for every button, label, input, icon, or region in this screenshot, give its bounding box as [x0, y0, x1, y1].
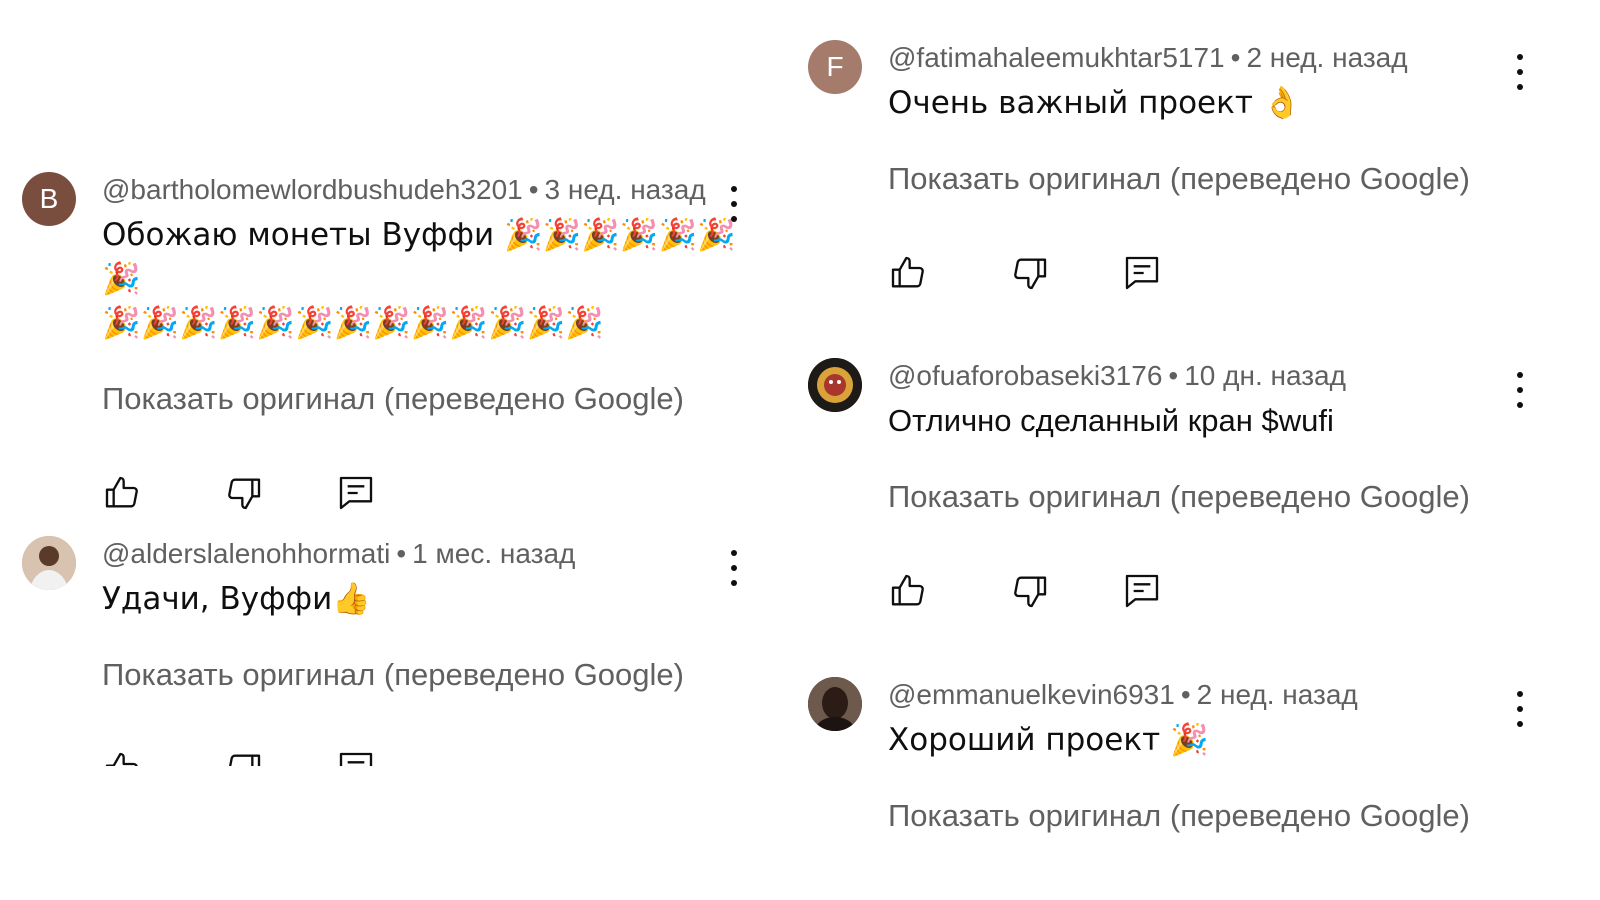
comment-text-line: 🎉🎉🎉🎉🎉🎉🎉🎉🎉🎉🎉🎉🎉 — [102, 305, 604, 341]
reply-button[interactable] — [1122, 253, 1162, 293]
meta-separator: • — [528, 174, 539, 205]
more-vert-icon — [1517, 54, 1523, 60]
comment-body: @emmanuelkevin6931 • 2 нед. назад Хороший … — [888, 677, 1548, 836]
reply-icon — [1125, 574, 1159, 608]
meta-separator: • — [1180, 679, 1191, 710]
thumb-down-icon — [1014, 576, 1047, 608]
more-vert-icon — [731, 550, 737, 556]
like-button[interactable] — [102, 749, 142, 766]
thumb-down-icon — [229, 754, 261, 766]
more-options-button[interactable] — [722, 186, 746, 222]
comment-meta: @fatimahaleemukhtar5171 • 2 нед. назад — [888, 40, 1548, 76]
comment-body: @alderslalenohhormati • 1 мес. назад Удачи… — [102, 536, 762, 766]
comment-text: Обожаю монеты Вуффи 🎉🎉🎉🎉🎉🎉🎉 🎉🎉🎉🎉🎉🎉🎉🎉🎉🎉🎉🎉… — [102, 213, 762, 345]
more-vert-icon — [1517, 706, 1523, 712]
avatar[interactable] — [22, 536, 76, 590]
thumb-up-icon — [105, 752, 138, 766]
comment-author[interactable]: @fatimahaleemukhtar5171 — [888, 42, 1225, 73]
comment-text-line: Обожаю монеты Вуффи 🎉🎉🎉🎉🎉🎉🎉 — [102, 217, 736, 297]
comment-author[interactable]: @ofuaforobaseki3176 — [888, 360, 1162, 391]
meta-separator: • — [1230, 42, 1241, 73]
more-vert-icon — [1517, 84, 1523, 90]
more-vert-icon — [1517, 691, 1523, 697]
comment-body: @bartholomewlordbushudeh3201 • 3 нед. наза… — [102, 172, 762, 513]
comment-meta: @ofuaforobaseki3176 • 10 дн. назад — [888, 358, 1548, 394]
comment-author[interactable]: @bartholomewlordbushudeh3201 — [102, 174, 523, 205]
comment-text: Отлично сделанный кран $wufi — [888, 403, 1334, 438]
more-options-button[interactable] — [1508, 54, 1532, 90]
comment-author[interactable]: @emmanuelkevin6931 — [888, 679, 1175, 710]
avatar[interactable]: F — [808, 40, 862, 94]
more-vert-icon — [731, 565, 737, 571]
avatar-logo-icon — [808, 358, 862, 412]
show-original-link[interactable]: Показать оригинал (переведено Google) — [888, 477, 1548, 517]
more-vert-icon — [1517, 402, 1523, 408]
more-vert-icon — [731, 216, 737, 222]
comment-meta: @alderslalenohhormati • 1 мес. назад — [102, 536, 762, 572]
reply-button[interactable] — [1122, 571, 1162, 611]
like-button[interactable] — [102, 473, 142, 513]
more-vert-icon — [1517, 387, 1523, 393]
more-vert-icon — [1517, 69, 1523, 75]
comment-time[interactable]: 10 дн. назад — [1184, 360, 1346, 391]
comment-actions — [888, 253, 1548, 293]
like-button[interactable] — [888, 571, 928, 611]
more-options-button[interactable] — [1508, 691, 1532, 727]
comment-time[interactable]: 3 нед. назад — [545, 174, 706, 205]
comment-meta: @emmanuelkevin6931 • 2 нед. назад — [888, 677, 1548, 713]
reply-button[interactable] — [336, 473, 376, 513]
comment-meta: @bartholomewlordbushudeh3201 • 3 нед. наза… — [102, 172, 762, 208]
meta-separator: • — [1168, 360, 1179, 391]
avatar-letter: F — [826, 51, 844, 82]
avatar-letter: B — [39, 183, 59, 214]
dislike-button[interactable] — [224, 749, 264, 766]
left-column: B @bartholomewlordbushudeh3201 • 3 нед. на… — [0, 0, 780, 766]
comment-text: Хороший проект 🎉 — [888, 722, 1209, 758]
show-original-link[interactable]: Показать оригинал (переведено Google) — [888, 796, 1548, 836]
thumb-up-icon — [891, 574, 924, 606]
more-vert-icon — [1517, 372, 1523, 378]
avatar[interactable] — [808, 358, 862, 412]
comment-actions — [102, 473, 762, 513]
comment-time[interactable]: 2 нед. назад — [1246, 42, 1407, 73]
reply-icon — [339, 476, 373, 510]
more-vert-icon — [731, 580, 737, 586]
comment-actions — [102, 749, 762, 766]
reply-icon — [339, 752, 373, 766]
show-original-link[interactable]: Показать оригинал (переведено Google) — [102, 379, 762, 419]
comment-time[interactable]: 1 мес. назад — [412, 538, 575, 569]
comment-actions — [888, 571, 1548, 611]
reply-icon — [1125, 256, 1159, 290]
meta-separator: • — [396, 538, 407, 569]
more-vert-icon — [731, 186, 737, 192]
comment-time[interactable]: 2 нед. назад — [1197, 679, 1358, 710]
like-button[interactable] — [888, 253, 928, 293]
thumb-down-icon — [1014, 258, 1047, 290]
avatar[interactable] — [808, 677, 862, 731]
thumb-down-icon — [228, 478, 261, 510]
thumb-up-icon — [105, 476, 138, 508]
comment-text: Удачи, Вуффи👍 — [102, 581, 371, 617]
thumb-up-icon — [891, 256, 924, 288]
show-original-link[interactable]: Показать оригинал (переведено Google) — [102, 655, 762, 695]
comment-text: Очень важный проект 👌 — [888, 85, 1302, 121]
reply-button[interactable] — [336, 749, 376, 766]
dislike-button[interactable] — [224, 473, 264, 513]
avatar-photo-icon — [808, 677, 862, 731]
more-options-button[interactable] — [722, 550, 746, 586]
dislike-button[interactable] — [1010, 571, 1050, 611]
more-vert-icon — [1517, 721, 1523, 727]
more-options-button[interactable] — [1508, 372, 1532, 408]
dislike-button[interactable] — [1010, 253, 1050, 293]
show-original-link[interactable]: Показать оригинал (переведено Google) — [888, 159, 1548, 199]
avatar[interactable]: B — [22, 172, 76, 226]
more-vert-icon — [731, 201, 737, 207]
avatar-photo-icon — [22, 536, 76, 590]
comment-body: @ofuaforobaseki3176 • 10 дн. назад Отлично… — [888, 358, 1548, 611]
comment-body: @fatimahaleemukhtar5171 • 2 нед. назад Оче… — [888, 40, 1548, 293]
comment-author[interactable]: @alderslalenohhormati — [102, 538, 390, 569]
